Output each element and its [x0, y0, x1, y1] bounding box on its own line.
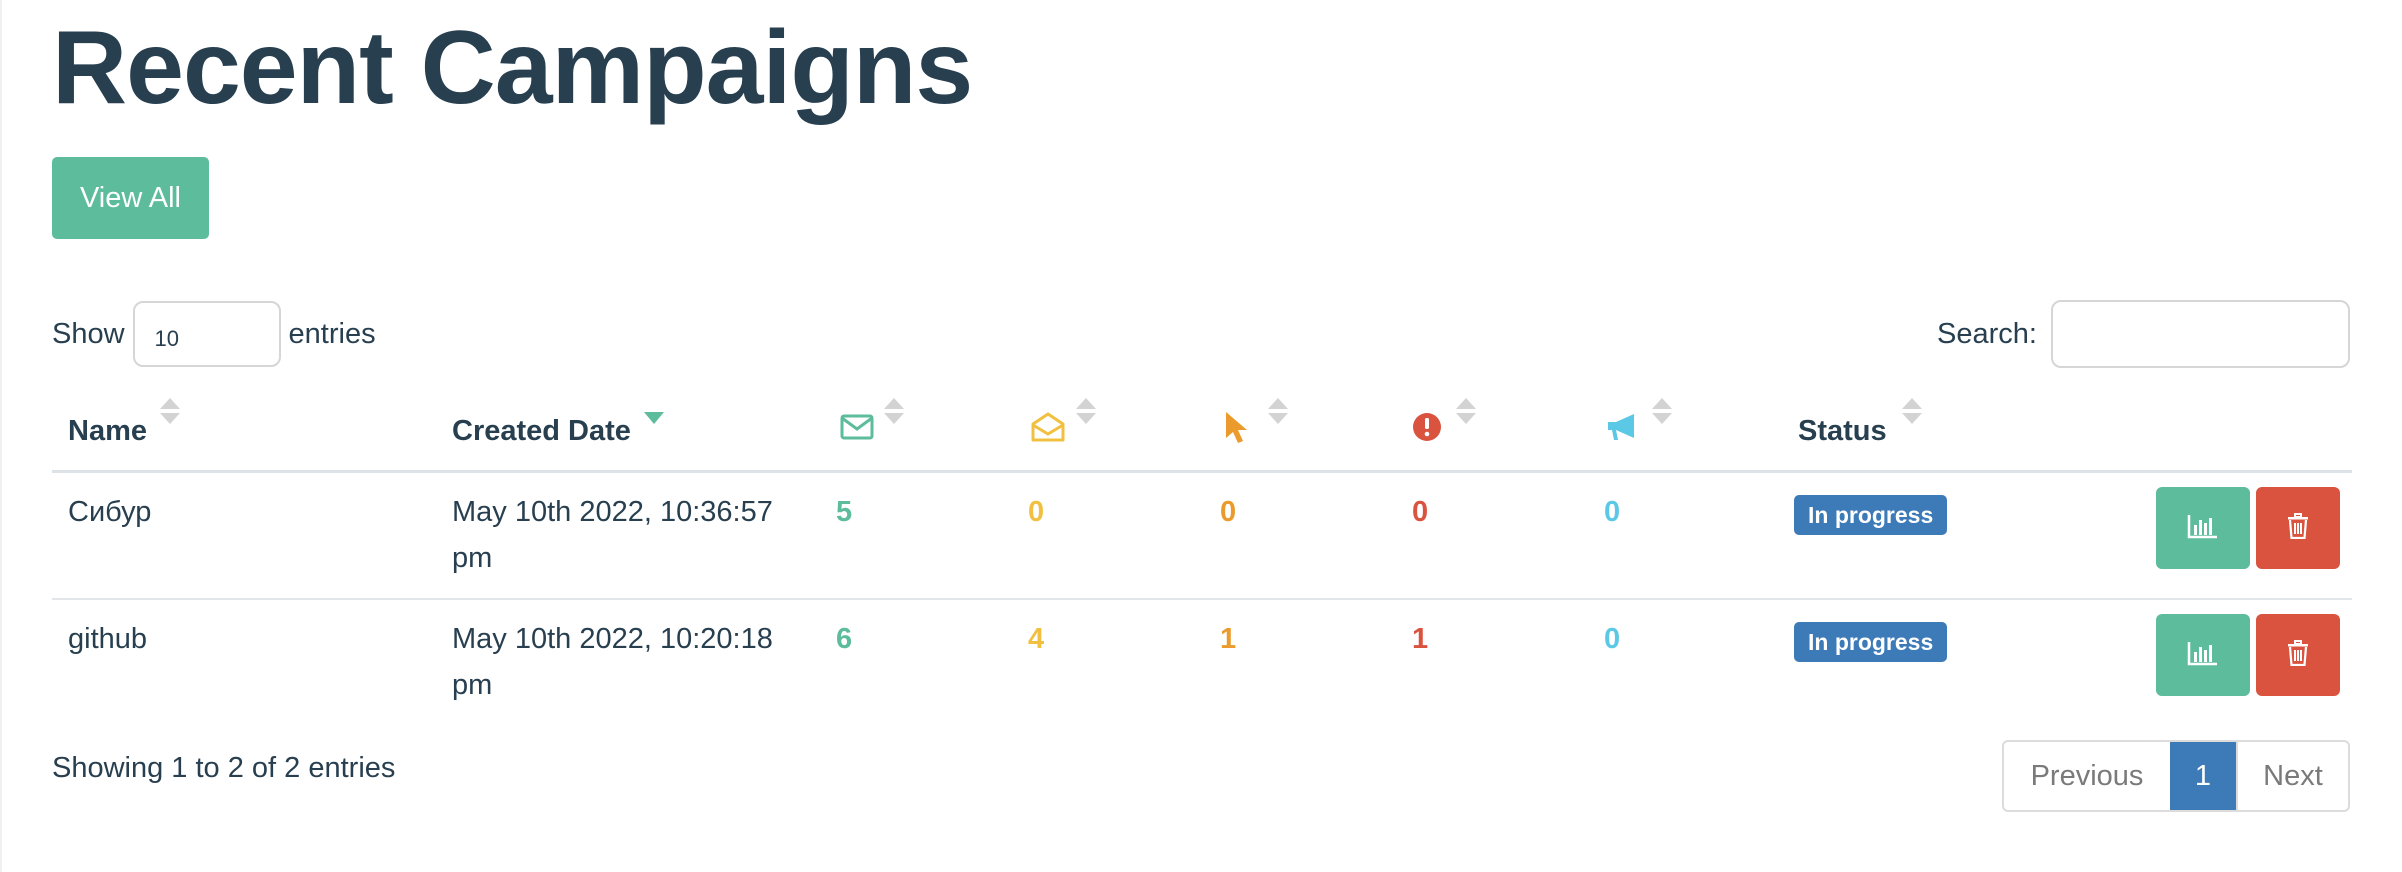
reported-count: 0 — [1604, 496, 1621, 528]
page-title: Recent Campaigns — [52, 10, 973, 126]
pagination: Previous 1 Next — [2002, 740, 2350, 812]
status-badge: In progress — [1794, 622, 1948, 662]
envelope-icon — [840, 414, 874, 448]
entries-length-control: Show 10 entries — [52, 300, 376, 368]
pagination-page-1[interactable]: 1 — [2170, 742, 2236, 810]
search-control: Search: — [1937, 300, 2350, 368]
trash-icon — [2287, 512, 2309, 544]
sent-count: 5 — [836, 496, 853, 528]
bar-chart-icon — [2187, 640, 2219, 671]
clicked-count: 0 — [1220, 496, 1237, 528]
submitted-count: 0 — [1412, 496, 1429, 528]
column-name-label: Name — [68, 414, 147, 447]
campaign-name[interactable]: Сибур — [68, 489, 151, 535]
delete-button[interactable] — [2256, 614, 2340, 696]
column-header-reported[interactable] — [1604, 392, 1638, 470]
created-date-line2: pm — [452, 669, 493, 701]
view-results-button[interactable] — [2156, 487, 2250, 569]
cursor-pointer-icon — [1224, 410, 1248, 452]
column-header-name[interactable]: Name — [68, 392, 147, 470]
sent-count: 6 — [836, 623, 853, 655]
bullhorn-icon — [1604, 412, 1638, 450]
entries-length-select[interactable]: 10 — [132, 301, 281, 367]
delete-button[interactable] — [2256, 487, 2340, 569]
sort-both-icon — [1902, 398, 1922, 428]
sort-both-icon — [1268, 398, 1288, 428]
exclamation-circle-icon — [1412, 412, 1442, 450]
envelope-open-icon — [1030, 411, 1066, 451]
column-header-status[interactable]: Status — [1798, 392, 1887, 470]
clicked-count: 1 — [1220, 623, 1237, 655]
search-label: Search: — [1937, 317, 2037, 350]
column-status-label: Status — [1798, 414, 1887, 447]
table-row: github May 10th 2022, 10:20:18 pm 6 4 1 … — [52, 600, 2352, 708]
entries-length-value: 10 — [154, 326, 180, 351]
column-header-submitted[interactable] — [1412, 392, 1442, 470]
created-date: May 10th 2022, 10:20:18 pm — [452, 616, 773, 708]
sort-both-icon — [884, 398, 904, 428]
opened-count: 0 — [1028, 496, 1045, 528]
column-created-label: Created Date — [452, 414, 631, 447]
created-date-line1: May 10th 2022, 10:20:18 — [452, 623, 773, 655]
column-header-clicked[interactable] — [1224, 392, 1248, 470]
sort-descending-icon — [644, 412, 664, 424]
campaign-name[interactable]: github — [68, 616, 147, 662]
sort-both-icon — [160, 398, 180, 428]
status-badge: In progress — [1794, 495, 1948, 535]
reported-count: 0 — [1604, 623, 1621, 655]
length-show-label: Show — [52, 317, 125, 350]
pagination-previous[interactable]: Previous — [2004, 742, 2170, 810]
column-header-sent[interactable] — [840, 392, 874, 470]
pagination-next[interactable]: Next — [2236, 742, 2348, 810]
bar-chart-icon — [2187, 513, 2219, 544]
column-header-created[interactable]: Created Date — [452, 392, 631, 470]
created-date-line2: pm — [452, 542, 493, 574]
view-results-button[interactable] — [2156, 614, 2250, 696]
sort-both-icon — [1652, 398, 1672, 428]
submitted-count: 1 — [1412, 623, 1429, 655]
left-border — [0, 0, 2, 872]
sort-both-icon — [1076, 398, 1096, 428]
sort-both-icon — [1456, 398, 1476, 428]
view-all-button[interactable]: View All — [52, 157, 209, 239]
search-input[interactable] — [2051, 300, 2350, 368]
opened-count: 4 — [1028, 623, 1045, 655]
table-row: Сибур May 10th 2022, 10:36:57 pm 5 0 0 0… — [52, 473, 2352, 600]
table-header: Name Created Date Status — [52, 392, 2352, 473]
created-date-line1: May 10th 2022, 10:36:57 — [452, 496, 773, 528]
column-header-opened[interactable] — [1030, 392, 1066, 470]
table-info: Showing 1 to 2 of 2 entries — [52, 752, 396, 784]
created-date: May 10th 2022, 10:36:57 pm — [452, 489, 773, 581]
length-entries-label: entries — [288, 317, 376, 350]
trash-icon — [2287, 639, 2309, 671]
